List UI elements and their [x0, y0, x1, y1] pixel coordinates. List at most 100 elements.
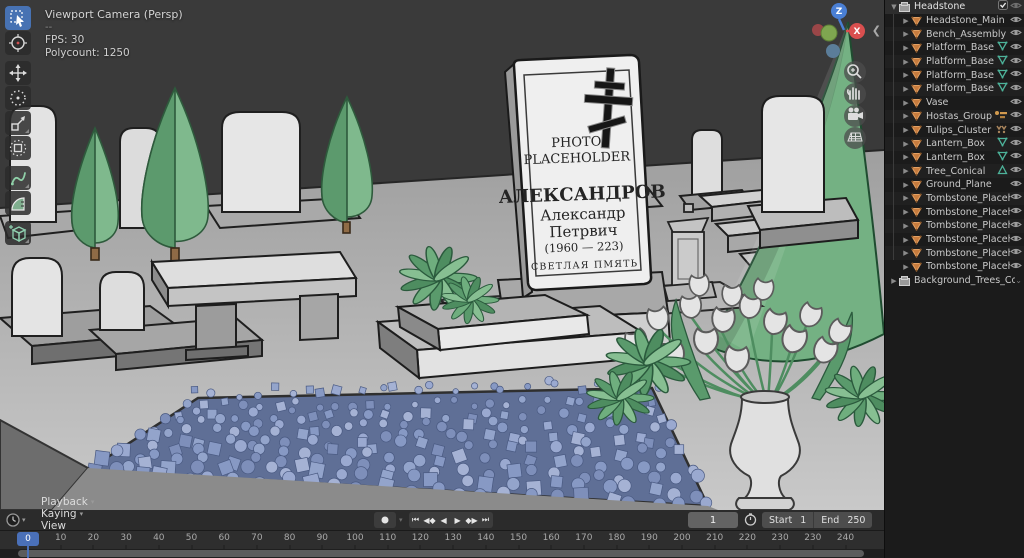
eye-icon[interactable]	[1010, 151, 1022, 163]
eye-icon[interactable]	[1010, 138, 1022, 150]
disclosure-triangle-icon[interactable]: ▶	[901, 126, 911, 134]
jump-to-start-button[interactable]: ⏮	[409, 512, 423, 528]
camera-view-button[interactable]	[844, 105, 866, 127]
next-keyframe-button[interactable]: ◆▶	[465, 512, 479, 528]
object-label[interactable]: Vase	[926, 97, 1010, 108]
disclosure-triangle-icon[interactable]: ▶	[901, 112, 911, 120]
object-label[interactable]: Tree_Conical	[926, 166, 997, 177]
outliner-object-row[interactable]: ▶ Platform_Base	[885, 41, 1024, 55]
object-label[interactable]: Tombstone_Placehok	[926, 207, 1010, 218]
outliner-object-row[interactable]: ▶ Tombstone_Placehok	[885, 246, 1024, 260]
eye-icon[interactable]	[1010, 15, 1022, 27]
timeline-scrollbar[interactable]	[0, 549, 884, 558]
scrollbar-thumb[interactable]	[18, 550, 864, 557]
eye-icon[interactable]	[1010, 97, 1022, 109]
collection-label[interactable]: Background_Trees_Cone	[914, 275, 1015, 286]
object-label[interactable]: Headstone_Main	[926, 15, 1010, 26]
object-label[interactable]: Tombstone_Placehok	[926, 220, 1010, 231]
start-frame-field[interactable]: Start 1	[762, 515, 813, 526]
outliner-object-row[interactable]: ▶ Ground_Plane	[885, 178, 1024, 192]
eye-icon[interactable]	[1010, 261, 1022, 273]
auto-keyframe-stopwatch-icon[interactable]	[744, 513, 757, 529]
disclosure-triangle-icon[interactable]: ▶	[901, 140, 911, 148]
panel-collapse-icon[interactable]: ❮	[872, 24, 881, 37]
disclosure-triangle-icon[interactable]: ▶	[901, 208, 911, 216]
transform-tool[interactable]	[5, 136, 31, 160]
disclosure-triangle-icon[interactable]: ▶	[901, 222, 911, 230]
menu-playback[interactable]: Playback▾	[32, 496, 103, 508]
disclosure-triangle-icon[interactable]: ▶	[901, 44, 911, 52]
outliner-object-row[interactable]: ▶Hostas_Group	[885, 110, 1024, 124]
zoom-button[interactable]	[844, 61, 866, 83]
outliner-object-row[interactable]: ▶Lantern_Box	[885, 151, 1024, 165]
disclosure-triangle-icon[interactable]: ▶	[901, 194, 911, 202]
eye-icon[interactable]	[1010, 83, 1022, 95]
disclosure-triangle-icon[interactable]: ▶	[901, 249, 911, 257]
pan-hand-button[interactable]	[844, 83, 866, 105]
eye-icon[interactable]	[1010, 179, 1022, 191]
disclosure-triangle-icon[interactable]: ▶	[889, 277, 899, 285]
object-label[interactable]: Platform_Base	[926, 56, 997, 67]
object-label[interactable]: Platform_Base	[926, 42, 997, 53]
outliner-object-row[interactable]: ▶Headstone_Main	[885, 14, 1024, 28]
disclosure-triangle-icon[interactable]: ▶	[901, 236, 911, 244]
object-label[interactable]: Tombstone_Placehok	[926, 248, 1010, 259]
timeline-ruler[interactable]: 0102030405060708090100110120130140150160…	[0, 531, 884, 549]
outliner-object-row[interactable]: ▶Platform_Base	[885, 55, 1024, 69]
outliner-collection-root[interactable]: ▼ Headstone	[885, 0, 1024, 14]
outliner-object-row[interactable]: ▶ Tombstone_Placehok	[885, 219, 1024, 233]
move-tool[interactable]	[5, 61, 31, 85]
outliner-object-row[interactable]: ▶ Tombstone_Placehok	[885, 205, 1024, 219]
disclosure-triangle-icon[interactable]: ▶	[901, 263, 911, 271]
object-label[interactable]: Tombstone_Placehok	[926, 234, 1010, 245]
disclosure-triangle-icon[interactable]: ▶	[901, 30, 911, 38]
eye-icon[interactable]	[1010, 165, 1022, 177]
add-cube-tool[interactable]	[5, 221, 31, 245]
object-label[interactable]: Ground_Plane	[926, 179, 1010, 190]
object-label[interactable]: Tulips_Cluster	[926, 125, 996, 136]
outliner-object-row[interactable]: ▶ Tulips_Cluster	[885, 123, 1024, 137]
jump-to-end-button[interactable]: ⏭	[479, 512, 493, 528]
eye-icon[interactable]	[1010, 1, 1022, 13]
end-frame-field[interactable]: End 250	[814, 515, 872, 526]
disclosure-triangle-icon[interactable]: ▶	[901, 99, 911, 107]
outliner-object-row[interactable]: ▶ Tombstone_Placehok	[885, 233, 1024, 247]
eye-icon[interactable]	[1010, 69, 1022, 81]
object-label[interactable]: Bench_Assembly	[926, 29, 1010, 40]
eye-icon[interactable]	[1010, 124, 1022, 136]
eye-icon[interactable]	[1010, 247, 1022, 259]
cursor-tool[interactable]	[5, 31, 31, 55]
eye-icon[interactable]	[1010, 234, 1022, 246]
record-button[interactable]	[374, 512, 396, 528]
playhead[interactable]: 0	[17, 532, 39, 546]
disclosure-triangle-icon[interactable]: ▶	[901, 181, 911, 189]
eye-icon[interactable]	[1010, 206, 1022, 218]
record-options-chevron-icon[interactable]: ▾	[399, 516, 403, 524]
eye-icon[interactable]	[1010, 220, 1022, 232]
outliner-object-row[interactable]: ▶ Bench_Assembly	[885, 27, 1024, 41]
outliner-object-row[interactable]: ▶ Vase	[885, 96, 1024, 110]
object-label[interactable]: Tombstone_Placehok	[926, 261, 1010, 272]
disclosure-triangle-icon[interactable]: ▼	[889, 3, 899, 11]
eye-icon[interactable]	[1010, 42, 1022, 54]
disclosure-triangle-icon[interactable]: ▶	[901, 167, 911, 175]
disclosure-triangle-icon[interactable]: ▶	[901, 85, 911, 93]
scale-tool[interactable]	[5, 111, 31, 135]
current-frame-field[interactable]: 1	[688, 512, 738, 528]
collection-label[interactable]: Headstone	[914, 1, 998, 12]
editor-type-selector[interactable]: ▾	[6, 513, 32, 528]
object-label[interactable]: Lantern_Box	[926, 152, 997, 163]
outliner-object-row[interactable]: ▶ Tombstone_Placehok	[885, 260, 1024, 274]
eye-icon[interactable]	[1010, 28, 1022, 40]
menu-kaying[interactable]: Kaying▾	[32, 508, 103, 520]
object-label[interactable]: Platform_Base	[926, 83, 997, 94]
rotate-tool[interactable]	[5, 86, 31, 110]
prev-keyframe-button[interactable]: ◀◆	[423, 512, 437, 528]
outliner-object-row[interactable]: ▶ Platform_Base	[885, 82, 1024, 96]
outliner-collection-footer[interactable]: ▶ Background_Trees_Cone ⌄	[885, 274, 1024, 288]
outliner-object-row[interactable]: ▶ Tree_Conical	[885, 164, 1024, 178]
play-button[interactable]: ▶	[451, 512, 465, 528]
disclosure-triangle-icon[interactable]: ▶	[901, 71, 911, 79]
measure-tool[interactable]	[5, 191, 31, 215]
outliner-object-row[interactable]: ▶Platform_Base	[885, 68, 1024, 82]
